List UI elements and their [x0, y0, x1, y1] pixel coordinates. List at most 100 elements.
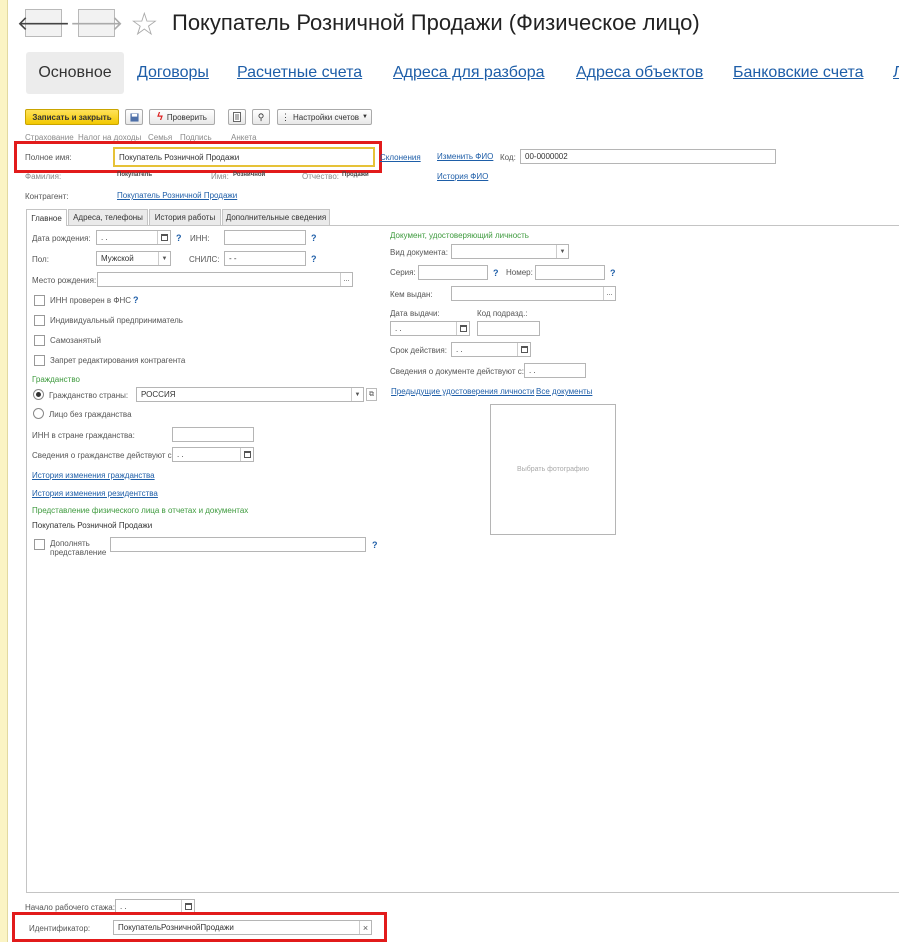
- edit-lock-label: Запрет редактирования контрагента: [50, 356, 186, 365]
- self-employed-checkbox[interactable]: [34, 335, 45, 346]
- edit-lock-checkbox[interactable]: [34, 355, 45, 366]
- attach-button[interactable]: ⚲: [252, 109, 270, 125]
- issue-date-value: . .: [395, 324, 402, 333]
- arrow-right-icon: 🡒: [69, 12, 124, 35]
- series-help-icon[interactable]: ?: [493, 268, 499, 278]
- issue-date-label: Дата выдачи:: [390, 309, 440, 318]
- subtab-addresses[interactable]: Адреса, телефоны: [68, 209, 148, 225]
- inn-verified-checkbox[interactable]: [34, 295, 45, 306]
- doc-type-select[interactable]: ▼: [451, 244, 569, 259]
- birth-date-input[interactable]: . .: [96, 230, 171, 245]
- inn-country-input[interactable]: [172, 427, 254, 442]
- snils-label: СНИЛС:: [189, 255, 220, 264]
- back-button[interactable]: 🡐: [17, 9, 70, 37]
- change-fio-link[interactable]: Изменить ФИО: [437, 152, 493, 161]
- report-button[interactable]: [228, 109, 246, 125]
- supplement-input[interactable]: [110, 537, 366, 552]
- save-close-button[interactable]: Записать и закрыть: [25, 109, 119, 125]
- photo-placeholder[interactable]: Выбрать фотографию: [490, 404, 616, 535]
- birth-date-value: . .: [101, 233, 108, 242]
- residency-history-link[interactable]: История изменения резидентства: [32, 489, 158, 498]
- favorite-star-icon[interactable]: ☆: [130, 5, 159, 43]
- page-title: Покупатель Розничной Продажи (Физическое…: [172, 10, 700, 35]
- issue-date-input[interactable]: . .: [390, 321, 470, 336]
- inn-label: ИНН:: [190, 234, 210, 243]
- inn-country-label: ИНН в стране гражданства:: [32, 431, 135, 440]
- supplement-help-icon[interactable]: ?: [372, 540, 378, 550]
- citizenship-history-link[interactable]: История изменения гражданства: [32, 471, 155, 480]
- chevron-down-icon: ▼: [158, 252, 170, 265]
- supplement-label-line2: представление: [50, 548, 107, 557]
- entrepreneur-label: Индивидуальный предприниматель: [50, 316, 183, 325]
- previous-docs-link[interactable]: Предыдущие удостоверения личности: [391, 387, 534, 396]
- inn-input[interactable]: [224, 230, 306, 245]
- open-icon[interactable]: ⧉: [366, 388, 377, 401]
- calendar-icon[interactable]: [157, 231, 170, 244]
- subtab-work-history[interactable]: История работы: [149, 209, 221, 225]
- tab-accounts[interactable]: Расчетные счета: [237, 64, 362, 82]
- help-icon[interactable]: ?: [176, 233, 182, 243]
- citizenship-country-radio[interactable]: [33, 389, 44, 400]
- citizenship-country-select[interactable]: РОССИЯ ▼: [136, 387, 364, 402]
- tab-main[interactable]: Основное: [26, 52, 124, 94]
- citizenship-valid-value: . .: [177, 450, 184, 459]
- citizenship-header: Гражданство: [32, 375, 80, 384]
- snils-help-icon[interactable]: ?: [311, 254, 317, 264]
- full-name-input[interactable]: Покупатель Розничной Продажи: [113, 147, 375, 167]
- patronymic-label: Отчество:: [302, 172, 339, 181]
- tab-contracts[interactable]: Договоры: [137, 64, 209, 82]
- declension-link[interactable]: Склонения: [380, 153, 421, 162]
- forward-button[interactable]: 🡒: [70, 9, 123, 37]
- validity-value: . .: [456, 345, 463, 354]
- ellipsis-icon[interactable]: ...: [603, 287, 615, 300]
- document-icon: [233, 112, 241, 122]
- subtab-main[interactable]: Главное: [26, 209, 67, 226]
- identifier-label: Идентификатор:: [29, 924, 91, 933]
- stateless-radio[interactable]: [33, 408, 44, 419]
- representation-value: Покупатель Розничной Продажи: [32, 521, 153, 530]
- subtab-additional[interactable]: Дополнительные сведения: [222, 209, 330, 225]
- counterparty-link[interactable]: Покупатель Розничной Продажи: [117, 191, 237, 200]
- full-name-label: Полное имя:: [25, 153, 72, 162]
- account-settings-button[interactable]: ⋮ Настройки счетов ▼: [277, 109, 372, 125]
- gender-select[interactable]: Мужской ▼: [96, 251, 171, 266]
- dept-code-input[interactable]: [477, 321, 540, 336]
- birth-date-label: Дата рождения:: [32, 234, 91, 243]
- snils-input[interactable]: - -: [224, 251, 306, 266]
- all-docs-link[interactable]: Все документы: [536, 387, 592, 396]
- save-button[interactable]: [125, 109, 143, 125]
- supplement-checkbox[interactable]: [34, 539, 45, 550]
- identifier-input[interactable]: ПокупательРозничнойПродажи ×: [113, 920, 372, 935]
- code-input[interactable]: 00-0000002: [520, 149, 776, 164]
- number-input[interactable]: [535, 265, 605, 280]
- validity-label: Срок действия:: [390, 346, 447, 355]
- birthplace-label: Место рождения:: [32, 276, 97, 285]
- birthplace-input[interactable]: ...: [97, 272, 353, 287]
- calendar-icon[interactable]: [517, 343, 530, 356]
- supplement-label-line1: Дополнять: [50, 539, 90, 548]
- citizenship-valid-input[interactable]: . .: [172, 447, 254, 462]
- tab-more[interactable]: Л: [893, 64, 899, 82]
- doc-valid-from-input[interactable]: . .: [524, 363, 586, 378]
- check-button[interactable]: ϟ Проверить: [149, 109, 215, 125]
- inn-verified-help-icon[interactable]: ?: [133, 295, 139, 305]
- number-label: Номер:: [506, 268, 533, 277]
- tab-object-addresses[interactable]: Адреса объектов: [576, 64, 703, 82]
- ellipsis-icon[interactable]: ...: [340, 273, 352, 286]
- entrepreneur-checkbox[interactable]: [34, 315, 45, 326]
- calendar-icon[interactable]: [240, 448, 253, 461]
- name-value: Розничной: [233, 172, 266, 178]
- doc-type-label: Вид документа:: [390, 248, 448, 257]
- tab-bank-accounts[interactable]: Банковские счета: [733, 64, 863, 82]
- issued-by-input[interactable]: ...: [451, 286, 616, 301]
- number-help-icon[interactable]: ?: [610, 268, 616, 278]
- chevron-down-icon: ▼: [362, 114, 368, 120]
- tab-addresses-parse[interactable]: Адреса для разбора: [393, 64, 545, 82]
- fio-history-link[interactable]: История ФИО: [437, 172, 488, 181]
- inn-help-icon[interactable]: ?: [311, 233, 317, 243]
- stateless-label: Лицо без гражданства: [49, 410, 132, 419]
- clear-icon[interactable]: ×: [359, 921, 371, 934]
- validity-input[interactable]: . .: [451, 342, 531, 357]
- series-input[interactable]: [418, 265, 488, 280]
- calendar-icon[interactable]: [456, 322, 469, 335]
